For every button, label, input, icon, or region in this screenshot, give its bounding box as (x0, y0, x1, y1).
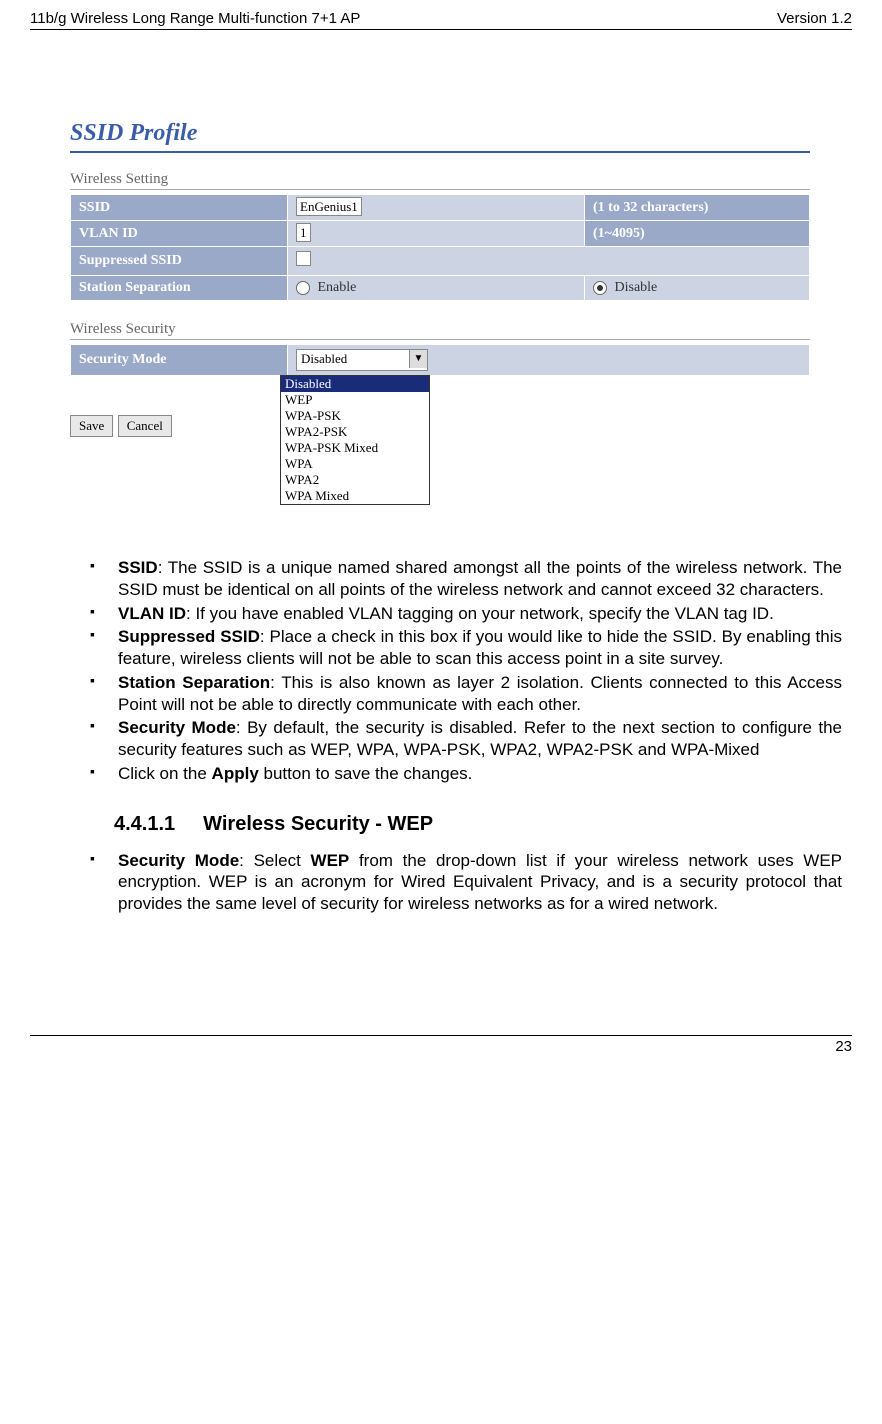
save-button[interactable]: Save (70, 415, 113, 437)
station-separation-disable-radio[interactable] (593, 281, 607, 295)
vlan-id-label: VLAN ID (71, 221, 288, 247)
suppressed-ssid-label: Suppressed SSID (71, 247, 288, 276)
disable-label: Disable (615, 280, 658, 295)
security-mode-dropdown[interactable]: Disabled WEP WPA-PSK WPA2-PSK WPA-PSK Mi… (280, 375, 430, 505)
bullet-apply: Click on the Apply button to save the ch… (90, 763, 842, 785)
station-separation-enable-radio[interactable] (296, 281, 310, 295)
bullet-station-separation: Station Separation: This is also known a… (90, 672, 842, 716)
option-wpa-mixed[interactable]: WPA Mixed (281, 488, 429, 504)
wireless-security-heading: Wireless Security (70, 321, 810, 340)
station-separation-label: Station Separation (71, 276, 288, 301)
option-wpa-psk-mixed[interactable]: WPA-PSK Mixed (281, 440, 429, 456)
bullet-wep-security-mode: Security Mode: Select WEP from the drop-… (90, 850, 842, 915)
security-mode-select[interactable]: Disabled ▼ (296, 349, 428, 371)
doc-header-right: Version 1.2 (777, 10, 852, 27)
ssid-hint: (1 to 32 characters) (585, 195, 810, 221)
page-number: 23 (835, 1038, 852, 1055)
doc-header-left: 11b/g Wireless Long Range Multi-function… (30, 10, 360, 27)
chevron-down-icon: ▼ (409, 350, 427, 368)
bullet-suppressed-ssid: Suppressed SSID: Place a check in this b… (90, 626, 842, 670)
section-4-4-1-1-heading: 4.4.1.1Wireless Security - WEP (114, 813, 852, 836)
option-disabled[interactable]: Disabled (281, 376, 429, 392)
suppressed-ssid-checkbox[interactable] (296, 251, 311, 266)
enable-label: Enable (318, 280, 357, 295)
ssid-label: SSID (71, 195, 288, 221)
option-wep[interactable]: WEP (281, 392, 429, 408)
ssid-profile-title: SSID Profile (70, 120, 810, 153)
option-wpa[interactable]: WPA (281, 456, 429, 472)
vlan-id-hint: (1~4095) (585, 221, 810, 247)
bullet-vlan-id: VLAN ID: If you have enabled VLAN taggin… (90, 603, 842, 625)
security-mode-label: Security Mode (71, 345, 288, 376)
option-wpa2[interactable]: WPA2 (281, 472, 429, 488)
bullet-ssid: SSID: The SSID is a unique named shared … (90, 557, 842, 601)
ssid-input[interactable]: EnGenius1 (296, 197, 362, 216)
wireless-setting-heading: Wireless Setting (70, 171, 810, 190)
bullet-security-mode: Security Mode: By default, the security … (90, 717, 842, 761)
vlan-id-input[interactable]: 1 (296, 223, 311, 242)
ssid-profile-screenshot: SSID Profile Wireless Setting SSID EnGen… (70, 120, 810, 527)
cancel-button[interactable]: Cancel (118, 415, 172, 437)
